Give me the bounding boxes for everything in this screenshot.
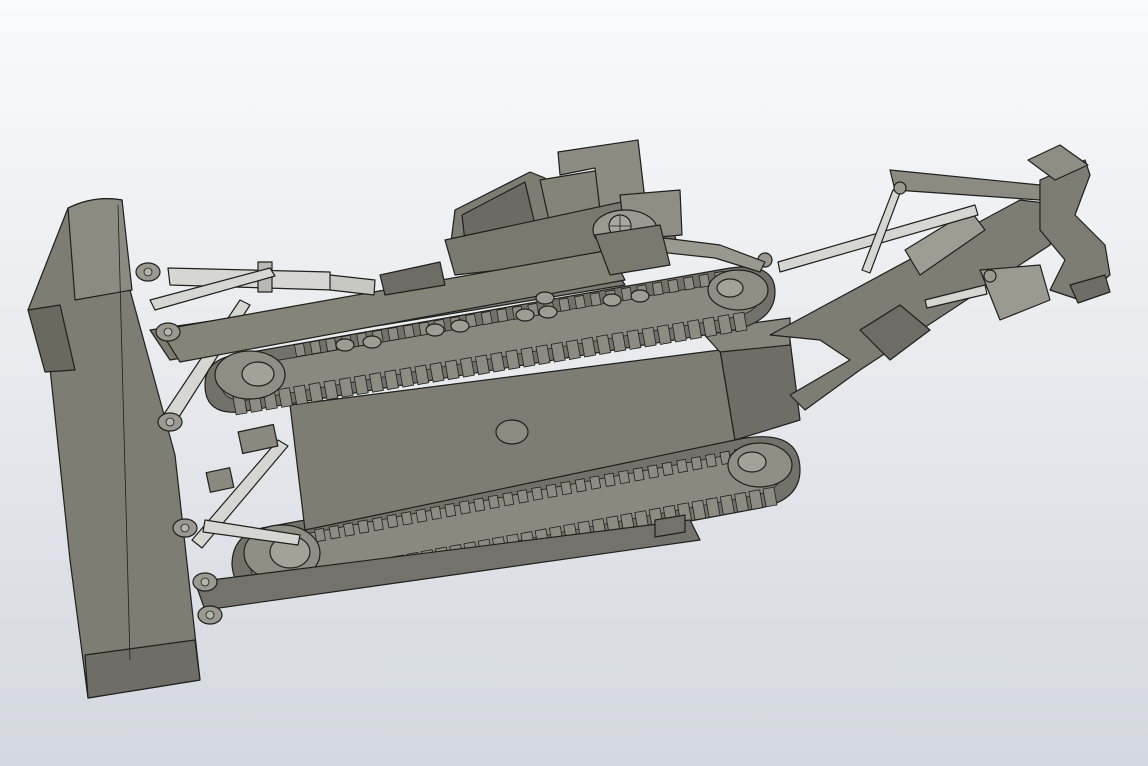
pin-hole (200, 577, 210, 587)
track-pad (387, 326, 400, 342)
track-pad (682, 276, 695, 291)
track-pad (618, 469, 631, 485)
pin-hole (143, 267, 153, 277)
track-pad (400, 511, 413, 526)
track-pad (676, 458, 689, 474)
hull-port (495, 419, 529, 445)
frame-bracket (630, 289, 650, 303)
upper-sprocket-wheel (707, 269, 769, 311)
track-pad (589, 475, 602, 490)
track-pad (371, 516, 384, 532)
track-pad (632, 467, 645, 482)
track-pad (294, 342, 306, 358)
track-pad (545, 483, 558, 499)
track-pad (531, 486, 544, 501)
track-pad (651, 281, 664, 296)
track-pad (502, 491, 515, 507)
track-pad (473, 497, 486, 512)
frame-bracket (362, 335, 382, 349)
track-pad (402, 324, 415, 339)
track-pad (574, 294, 586, 310)
frame-bracket (602, 293, 622, 307)
track-pad (620, 286, 633, 302)
track-pad (386, 514, 399, 529)
track-pad (325, 337, 338, 352)
pin-hole (163, 327, 173, 337)
track-pad (309, 340, 322, 355)
frame-bracket (425, 323, 445, 337)
frame-bracket (450, 319, 470, 333)
pin-hole (180, 523, 190, 533)
frame-bracket (535, 291, 555, 305)
frame-bracket (538, 305, 558, 319)
frame-bracket (515, 308, 535, 322)
track-pad (429, 505, 442, 521)
track-pad (496, 308, 509, 323)
track-pad (589, 292, 602, 307)
ripper-frame[interactable] (769, 169, 1061, 411)
track-pad (667, 278, 680, 294)
upper-idler-wheel (214, 350, 286, 400)
lower-sprocket-wheel (727, 442, 793, 488)
track-pad (357, 519, 370, 534)
pin-hole (205, 610, 215, 620)
track-pad (647, 464, 660, 479)
frame-bracket (335, 338, 355, 352)
track-pad (415, 508, 428, 523)
cad-viewport[interactable] (0, 0, 1148, 766)
track-pad (343, 522, 355, 537)
track-pad (516, 489, 529, 504)
track-pad (458, 500, 471, 515)
track-pad (487, 494, 500, 510)
track-pad (574, 478, 587, 493)
bulldozer-3d-model[interactable] (0, 0, 1148, 766)
track-pad (444, 503, 457, 518)
track-pad (661, 461, 674, 476)
track-pad (560, 480, 573, 496)
track-pad (480, 310, 493, 326)
track-pad (603, 472, 616, 487)
track-pad (690, 456, 703, 471)
track-pad (328, 525, 341, 540)
track-pad (558, 297, 571, 312)
track-pad (705, 453, 717, 468)
pin-hole (165, 417, 175, 427)
